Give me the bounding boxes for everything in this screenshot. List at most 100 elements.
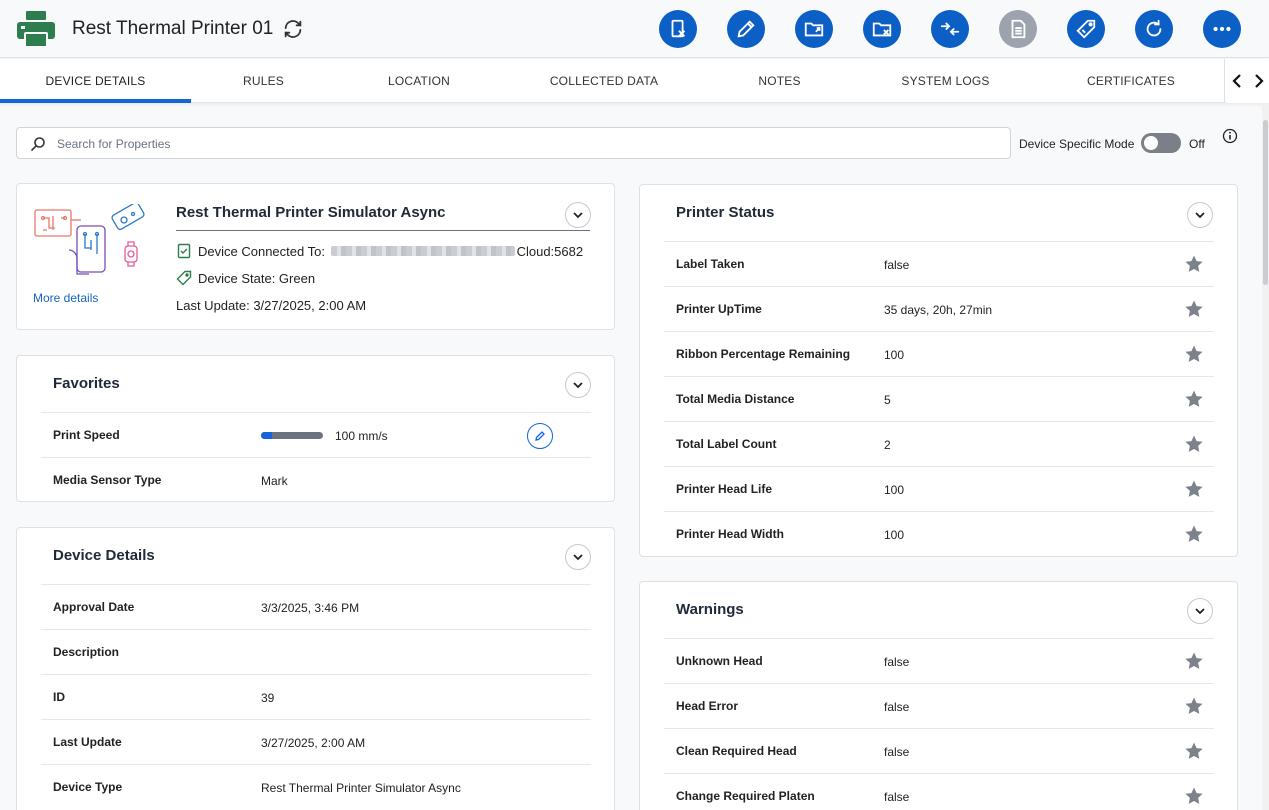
favorite-star-icon[interactable] [1184, 434, 1204, 454]
property-name: Head Error [676, 699, 739, 713]
property-name: Clean Required Head [676, 744, 797, 758]
table-row: Printer Head Life 100 [664, 466, 1214, 511]
delete-folder-icon [872, 22, 892, 37]
property-value: false [884, 258, 910, 272]
property-value: 5 [884, 393, 891, 407]
tab-device-details[interactable]: DEVICE DETAILS [0, 59, 191, 103]
tag-button[interactable] [1067, 10, 1105, 48]
table-row: Printer Head Width 100 [664, 511, 1214, 556]
favorite-star-icon[interactable] [1184, 741, 1204, 761]
table-row: Ribbon Percentage Remaining 100 [664, 331, 1214, 376]
app-header: Rest Thermal Printer 01 [0, 0, 1269, 58]
property-value: 100 [884, 528, 905, 542]
table-row: Total Label Count 2 [664, 421, 1214, 466]
property-value: 2 [884, 438, 891, 452]
property-name: Total Media Distance [676, 392, 795, 406]
property-value: 100 mm/s [335, 429, 388, 443]
favorite-star-icon[interactable] [1184, 299, 1204, 319]
scrollbar-thumb[interactable] [1263, 120, 1268, 285]
edit-button[interactable] [727, 10, 765, 48]
delete-folder-button[interactable] [863, 10, 901, 48]
favorites-card: Favorites Print Speed 100 mm/s Media Sen… [16, 355, 615, 502]
device-state-row: Device State: Green [176, 270, 315, 286]
device-details-card: Device Details Approval Date 3/3/2025, 3:… [16, 527, 615, 810]
property-name: Device Type [53, 780, 123, 794]
property-name: Printer Head Width [676, 527, 784, 541]
document-button[interactable] [999, 10, 1037, 48]
tab-collected-data[interactable]: COLLECTED DATA [502, 59, 706, 103]
warnings-collapse-button[interactable] [1187, 598, 1213, 624]
property-name: ID [53, 690, 65, 704]
property-name: Unknown Head [676, 654, 763, 668]
divider [176, 230, 590, 231]
remove-device-button[interactable] [659, 10, 697, 48]
compare-button[interactable] [931, 10, 969, 48]
printer-status-collapse-button[interactable] [1187, 202, 1213, 228]
restart-icon [1146, 19, 1162, 37]
device-details-collapse-button[interactable] [565, 544, 591, 570]
property-name: Description [53, 645, 120, 659]
compare-icon [940, 22, 960, 36]
search-input[interactable] [57, 133, 997, 155]
tab-certificates[interactable]: CERTIFICATES [1038, 59, 1224, 103]
property-name: Label Taken [676, 257, 745, 271]
device-model-title: Rest Thermal Printer Simulator Async [176, 204, 446, 221]
property-value: false [884, 745, 910, 759]
favorites-collapse-button[interactable] [565, 372, 591, 398]
property-value: false [884, 700, 910, 714]
tab-notes[interactable]: NOTES [706, 59, 853, 103]
info-icon[interactable] [1222, 128, 1238, 144]
tab-system-logs[interactable]: SYSTEM LOGS [853, 59, 1038, 103]
device-overview-card: More details Rest Thermal Printer Simula… [16, 183, 615, 330]
printer-status-title: Printer Status [676, 204, 775, 221]
toggle-state-label: Off [1189, 137, 1205, 151]
favorite-star-icon[interactable] [1184, 786, 1204, 806]
chevron-down-icon [573, 382, 583, 389]
table-row: Head Error false [664, 683, 1214, 728]
property-value: 3/27/2025, 2:00 AM [261, 736, 366, 750]
tab-scroll-right-button[interactable] [1248, 59, 1269, 103]
tab-scroll-left-button[interactable] [1226, 59, 1248, 103]
document-icon [1011, 19, 1026, 39]
favorite-star-icon[interactable] [1184, 479, 1204, 499]
device-state: Device State: Green [198, 271, 316, 286]
favorite-star-icon[interactable] [1184, 344, 1204, 364]
property-name: Ribbon Percentage Remaining [676, 347, 851, 361]
table-row: Unknown Head false [664, 638, 1214, 683]
tag-icon [1076, 19, 1096, 39]
tab-location[interactable]: LOCATION [336, 59, 502, 103]
property-value: Mark [261, 474, 288, 488]
remove-device-icon [671, 19, 686, 38]
property-name: Print Speed [53, 428, 120, 442]
more-button[interactable] [1203, 10, 1241, 48]
chevron-down-icon [1195, 212, 1205, 219]
property-name: Printer Head Life [676, 482, 773, 496]
table-row: Description [41, 629, 591, 674]
more-icon [1213, 26, 1231, 32]
device-specific-mode-toggle[interactable] [1141, 133, 1181, 153]
favorite-star-icon[interactable] [1184, 524, 1204, 544]
restart-button[interactable] [1135, 10, 1173, 48]
tag-icon [176, 270, 192, 286]
favorite-star-icon[interactable] [1184, 389, 1204, 409]
edit-print-speed-button[interactable] [527, 423, 553, 449]
device-connected-suffix: Cloud:5682 [516, 244, 584, 259]
property-value: 100 [884, 483, 905, 497]
property-value: 39 [261, 691, 275, 705]
favorite-star-icon[interactable] [1184, 696, 1204, 716]
export-button[interactable] [795, 10, 833, 48]
tab-divider [1224, 59, 1225, 103]
last-update-text: Last Update: 3/27/2025, 2:00 AM [176, 298, 367, 313]
table-row: Device Type Rest Thermal Printer Simulato… [41, 764, 591, 809]
property-value: 35 days, 20h, 27min [884, 303, 993, 317]
property-name: Last Update [53, 735, 122, 749]
favorite-star-icon[interactable] [1184, 651, 1204, 671]
overview-collapse-button[interactable] [565, 202, 591, 228]
tab-rules[interactable]: RULES [191, 59, 336, 103]
chevron-down-icon [1195, 608, 1205, 615]
more-details-link[interactable]: More details [33, 291, 98, 305]
favorite-star-icon[interactable] [1184, 254, 1204, 274]
device-details-title: Device Details [53, 547, 155, 564]
sync-icon[interactable] [282, 18, 304, 40]
warnings-title: Warnings [676, 601, 744, 618]
